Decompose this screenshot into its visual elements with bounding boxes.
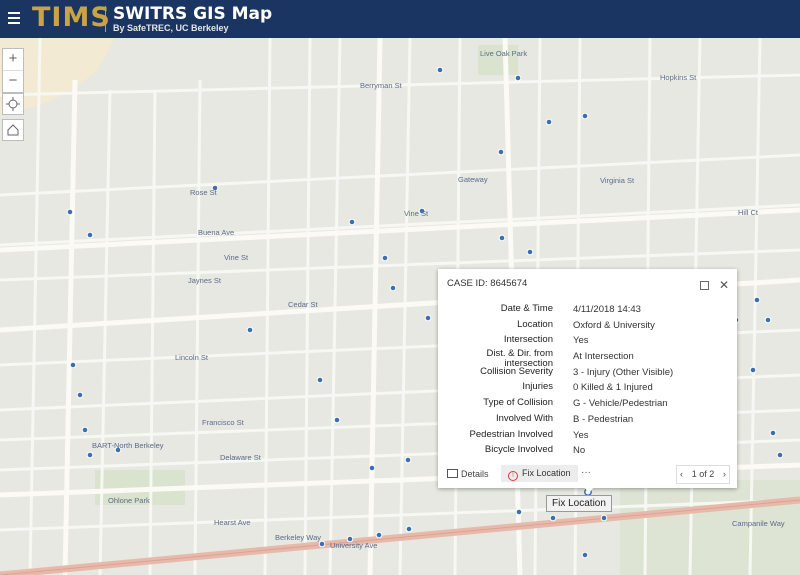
more-options-button[interactable]: ··· xyxy=(581,467,591,478)
locate-button[interactable] xyxy=(2,93,24,115)
field-value: Oxford & University xyxy=(573,319,655,331)
field-label: Collision Severity xyxy=(480,365,553,377)
zoom-in-button[interactable]: + xyxy=(3,49,23,70)
street-label: Hill Ct xyxy=(738,208,759,217)
zoom-control: + − xyxy=(2,48,24,93)
popup-pointer xyxy=(584,487,594,493)
street-label: Vine St xyxy=(224,253,249,262)
field-value: 3 - Injury (Other Visible) xyxy=(573,366,674,378)
next-icon[interactable]: › xyxy=(723,466,726,483)
street-label: Berryman St xyxy=(360,81,403,90)
street-label: Hopkins St xyxy=(660,73,697,82)
field-value: No xyxy=(573,445,586,457)
popup-footer: Details ! Fix Location ··· ‹ 1 of 2 › xyxy=(438,465,737,485)
field-value: 0 Killed & 1 Injured xyxy=(573,382,653,394)
locate-icon xyxy=(6,97,20,111)
street-label: University Ave xyxy=(330,541,377,550)
menu-icon[interactable] xyxy=(8,12,20,26)
field-value: G - Vehicle/Pedestrian xyxy=(573,398,668,410)
warning-icon: ! xyxy=(508,471,518,481)
popup-field-row: Date & Time 4/11/2018 14:43 xyxy=(438,304,737,320)
field-value: B - Pedestrian xyxy=(573,413,634,425)
field-value: Yes xyxy=(573,335,589,347)
popup-fields: Date & Time 4/11/2018 14:43 Location Oxford… xyxy=(438,304,737,461)
field-label: Date & Time xyxy=(500,303,553,314)
app-header: TIMS SWITRS GIS Map By SafeTREC, UC Berk… xyxy=(0,0,800,38)
street-label: Cedar St xyxy=(288,300,319,309)
field-label: Type of Collision xyxy=(483,397,553,409)
field-label: Pedestrian Involved xyxy=(469,428,553,440)
field-value: 4/11/2018 14:43 xyxy=(573,304,641,315)
details-label: Details xyxy=(461,469,489,479)
popup-field-row: Collision Severity 3 - Injury (Other Visi… xyxy=(438,365,737,383)
street-label: Virginia St xyxy=(600,176,635,185)
popup-field-row: Type of Collision G - Vehicle/Pedestrian xyxy=(438,398,737,414)
pager-text: 1 of 2 xyxy=(691,469,715,479)
field-value: Yes xyxy=(573,429,589,441)
popup-field-row: Location Oxford & University xyxy=(438,318,737,336)
field-label: Location xyxy=(517,318,553,330)
street-label: Live Oak Park xyxy=(480,49,527,58)
home-button[interactable] xyxy=(2,119,24,141)
street-label: Ohlone Park xyxy=(108,496,150,505)
case-popup: CASE ID: 8645674 ✕ Date & Time 4/11/2018 … xyxy=(438,269,737,488)
popup-field-row: Dist. & Dir. from intersection At Interse… xyxy=(438,349,737,369)
pagination: ‹ 1 of 2 › xyxy=(676,465,730,484)
street-label: Lincoln St xyxy=(175,353,209,362)
popup-field-row: Involved With B - Pedestrian xyxy=(438,412,737,430)
zoom-out-button[interactable]: − xyxy=(3,70,23,92)
dock-icon[interactable] xyxy=(700,281,709,290)
field-label: Bicycle Involved xyxy=(484,444,553,456)
street-label: Berkeley Way xyxy=(275,533,321,542)
field-label: Involved With xyxy=(495,412,553,424)
popup-field-row: Bicycle Involved No xyxy=(438,445,737,461)
street-label: Delaware St xyxy=(220,453,262,462)
tims-logo: TIMS xyxy=(32,2,111,33)
street-label: Francisco St xyxy=(202,418,245,427)
field-label: Intersection xyxy=(503,334,553,346)
prev-icon[interactable]: ‹ xyxy=(680,466,683,483)
close-icon[interactable]: ✕ xyxy=(719,278,729,292)
street-label: Rose St xyxy=(190,188,218,197)
fix-location-label: Fix Location xyxy=(522,468,571,478)
field-label: Injuries xyxy=(522,381,553,393)
app-subtitle: By SafeTREC, UC Berkeley xyxy=(113,23,229,33)
details-icon xyxy=(447,469,458,478)
street-label: Campanile Way xyxy=(732,519,785,528)
popup-field-row: Injuries 0 Killed & 1 Injured xyxy=(438,382,737,398)
street-label: BART-North Berkeley xyxy=(92,441,164,450)
fix-location-button[interactable]: ! Fix Location xyxy=(501,465,578,482)
street-label: Buena Ave xyxy=(198,228,234,237)
popup-field-row: Pedestrian Involved Yes xyxy=(438,428,737,446)
header-divider xyxy=(105,6,106,32)
app-title: SWITRS GIS Map xyxy=(113,4,273,24)
details-button[interactable]: Details xyxy=(447,469,489,479)
case-id: CASE ID: 8645674 xyxy=(447,278,528,289)
street-label: Gateway xyxy=(458,175,488,184)
street-label: Hearst Ave xyxy=(214,518,251,527)
home-icon xyxy=(7,124,19,136)
fix-location-tooltip: Fix Location xyxy=(546,495,612,512)
field-value: At Intersection xyxy=(573,351,634,363)
street-label: Jaynes St xyxy=(188,276,222,285)
street-label: Vine St xyxy=(404,209,429,218)
